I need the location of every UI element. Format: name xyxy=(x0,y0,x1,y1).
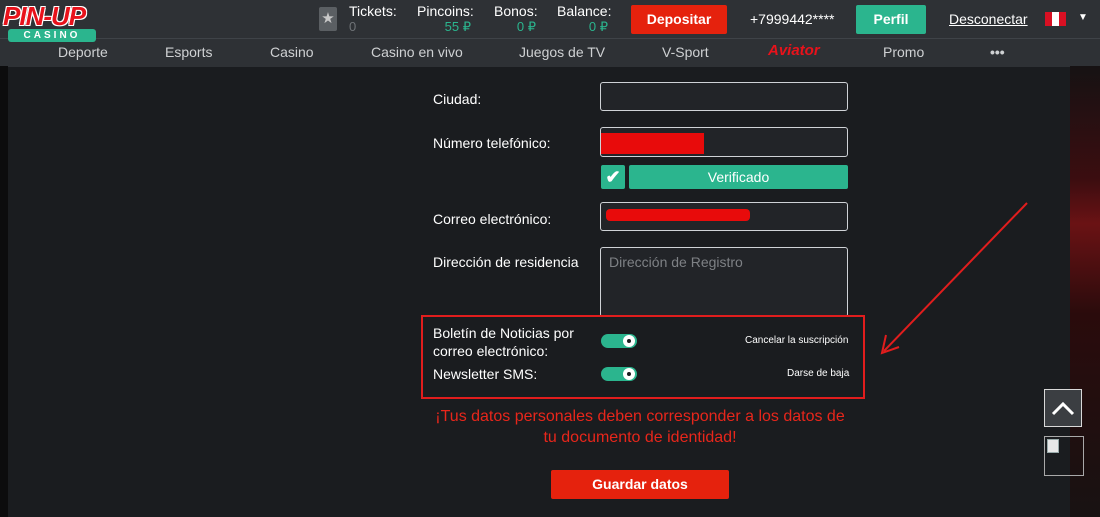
pincoins-stat: Pincoins: 55 ₽ xyxy=(417,3,474,35)
star-icon[interactable]: ★ xyxy=(319,7,337,31)
deposit-button[interactable]: Depositar xyxy=(631,5,727,34)
email-label: Correo electrónico: xyxy=(433,211,552,227)
logout-link[interactable]: Desconectar xyxy=(949,11,1028,27)
newsletter-email-label: Boletín de Noticias por correo electróni… xyxy=(433,325,574,359)
nav-deporte[interactable]: Deporte xyxy=(58,44,108,60)
city-label: Ciudad: xyxy=(433,91,482,107)
identity-warning: ¡Tus datos personales deben corresponder… xyxy=(435,408,845,446)
bonos-value: 0 ₽ xyxy=(516,19,536,34)
unsubscribe-email-link[interactable]: Cancelar la suscripción xyxy=(745,335,848,346)
nav-v-sport[interactable]: V-Sport xyxy=(662,44,709,60)
bonos-stat: Bonos: 0 ₽ xyxy=(494,3,538,35)
phone-label: Número telefónico: xyxy=(433,135,551,151)
bonos-label: Bonos: xyxy=(494,3,538,19)
logo-text: PIN-UP xyxy=(3,1,86,31)
nav-esports[interactable]: Esports xyxy=(165,44,212,60)
user-phone: +7999442**** xyxy=(750,11,835,27)
unsubscribe-sms-link[interactable]: Darse de baja xyxy=(787,368,849,379)
address-label: Dirección de residencia xyxy=(433,254,579,270)
newsletter-sms-label: Newsletter SMS: xyxy=(433,366,538,382)
pincoins-label: Pincoins: xyxy=(417,3,474,19)
newsletter-sms-toggle[interactable] xyxy=(601,367,637,381)
balance-stat: Balance: 0 ₽ xyxy=(557,3,611,35)
nav-casino[interactable]: Casino xyxy=(270,44,314,60)
chevron-up-glyph xyxy=(1051,401,1075,416)
city-input[interactable] xyxy=(600,82,848,111)
checkmark-icon: ✔ xyxy=(601,165,625,189)
logo-subtitle: CASINO xyxy=(8,29,96,42)
broken-image-glyph xyxy=(1047,439,1059,453)
peru-flag-icon[interactable] xyxy=(1045,12,1066,26)
tickets-value: 0 xyxy=(349,19,357,34)
save-data-button[interactable]: Guardar datos xyxy=(551,470,729,499)
broken-image-icon[interactable] xyxy=(1044,436,1084,476)
tickets-label: Tickets: xyxy=(349,3,397,19)
pin-up-logo[interactable]: PIN-UP CASINO xyxy=(3,2,98,42)
address-placeholder: Dirección de Registro xyxy=(609,254,743,270)
toggle-knob xyxy=(623,368,635,380)
chevron-up-icon[interactable] xyxy=(1044,389,1082,427)
redacted-phone xyxy=(601,133,704,154)
annotation-arrow-icon xyxy=(880,202,1028,355)
nav-promo[interactable]: Promo xyxy=(883,44,924,60)
profile-button[interactable]: Perfil xyxy=(856,5,926,34)
nav-more-icon[interactable]: ••• xyxy=(990,44,1005,60)
newsletter-email-toggle[interactable] xyxy=(601,334,637,348)
balance-label: Balance: xyxy=(557,3,612,19)
top-bar xyxy=(0,0,1100,38)
nav-casino-en-vivo[interactable]: Casino en vivo xyxy=(371,44,463,60)
redacted-email xyxy=(606,209,750,221)
balance-value: 0 ₽ xyxy=(588,19,608,34)
nav-juegos-de-tv[interactable]: Juegos de TV xyxy=(519,44,605,60)
toggle-knob xyxy=(623,335,635,347)
pincoins-value: 55 ₽ xyxy=(444,19,471,34)
verified-badge: Verificado xyxy=(629,165,848,189)
chevron-down-icon[interactable]: ▼ xyxy=(1078,12,1088,23)
nav-aviator[interactable]: Aviator xyxy=(768,42,820,59)
tickets-stat: Tickets: 0 xyxy=(349,3,397,35)
left-background xyxy=(0,66,8,517)
